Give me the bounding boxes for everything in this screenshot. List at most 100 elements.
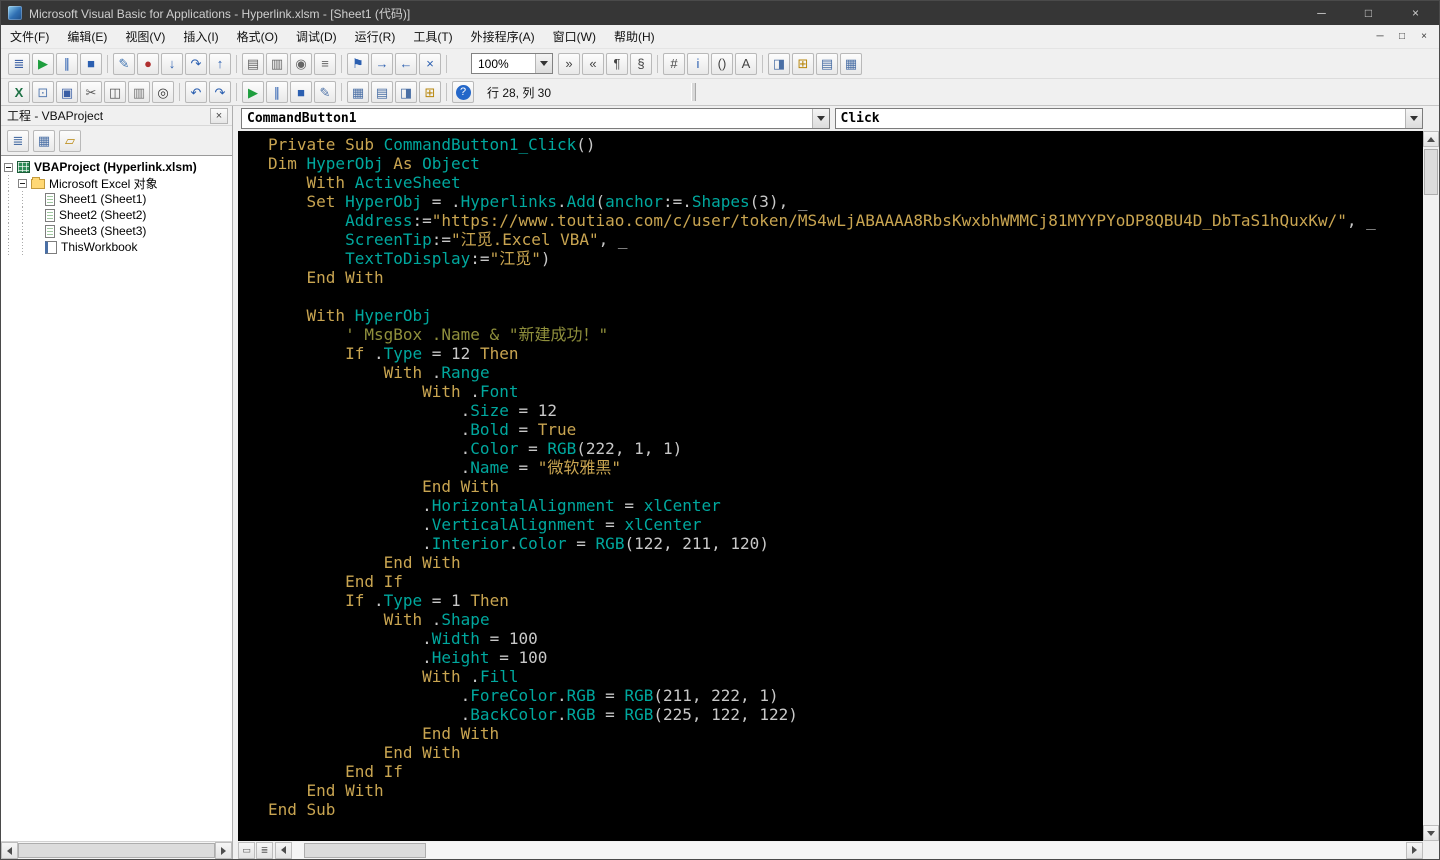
quick-info-button[interactable]: i [687, 52, 709, 75]
redo-button[interactable]: ↷ [209, 81, 231, 103]
tree-item-thisworkbook[interactable]: ThisWorkbook [3, 239, 232, 255]
reset-button[interactable]: ■ [80, 52, 102, 75]
toolbox-top-button[interactable]: ⊞ [792, 52, 814, 75]
object-browser-button[interactable]: ◨ [395, 81, 417, 103]
code-hscrollbar[interactable] [275, 841, 1423, 859]
menu-run[interactable]: 运行(R) [346, 25, 405, 48]
scrollbar-thumb[interactable] [1424, 149, 1438, 195]
child-close-button[interactable]: × [1414, 28, 1434, 45]
complete-word-button[interactable]: A [735, 52, 757, 75]
outdent-button[interactable]: « [582, 52, 604, 75]
step-into-button[interactable]: ↓ [161, 52, 183, 75]
watch-window-button[interactable]: ◉ [290, 52, 312, 75]
procedure-combobox[interactable]: Click [834, 108, 1423, 129]
scroll-left-button[interactable] [275, 841, 292, 859]
project-explorer-button[interactable]: ▦ [347, 81, 369, 103]
clear-bookmarks-button[interactable]: × [419, 52, 441, 75]
list-properties-button[interactable]: ≣ [8, 52, 30, 75]
window-minimize-button[interactable]: ─ [1298, 1, 1345, 25]
save-button[interactable]: ▣ [56, 81, 78, 103]
tree-item-sheet1[interactable]: Sheet1 (Sheet1) [3, 191, 232, 207]
scrollbar-track[interactable] [292, 841, 1406, 859]
run-button[interactable]: ▶ [242, 81, 264, 103]
parameter-info-button[interactable]: () [711, 52, 733, 75]
tree-item-excel-objects[interactable]: Microsoft Excel 对象 [3, 175, 232, 191]
toggle-bookmark-button[interactable]: ⚑ [347, 52, 369, 75]
menu-format[interactable]: 格式(O) [228, 25, 287, 48]
paste-button[interactable]: ▥ [128, 81, 150, 103]
tree-collapse-icon[interactable] [18, 178, 27, 188]
step-over-button[interactable]: ↷ [185, 52, 207, 75]
zoom-combobox[interactable]: 100% [471, 53, 553, 74]
menu-tools[interactable]: 工具(T) [404, 25, 461, 48]
scroll-down-button[interactable] [1423, 825, 1439, 841]
menu-file[interactable]: 文件(F) [1, 25, 58, 48]
toolbar-drag-grip[interactable] [691, 83, 697, 101]
design-mode-std-button[interactable]: ✎ [314, 81, 336, 103]
insert-userform-button[interactable]: ⊡ [32, 81, 54, 103]
menu-window[interactable]: 窗口(W) [544, 25, 605, 48]
cut-button[interactable]: ✂ [80, 81, 102, 103]
menu-edit[interactable]: 编辑(E) [58, 25, 116, 48]
tree-item-sheet2[interactable]: Sheet2 (Sheet2) [3, 207, 232, 223]
break-std-button[interactable]: ∥ [266, 81, 288, 103]
zoom-dropdown-icon[interactable] [535, 54, 552, 73]
menu-insert[interactable]: 插入(I) [174, 25, 227, 48]
child-minimize-button[interactable]: ─ [1370, 28, 1390, 45]
child-restore-button[interactable]: □ [1392, 28, 1412, 45]
toggle-folders-button[interactable]: ▱ [59, 129, 81, 152]
properties-window-button[interactable]: ▤ [371, 81, 393, 103]
menu-view[interactable]: 视图(V) [116, 25, 174, 48]
next-bookmark-button[interactable]: → [371, 52, 393, 75]
find-button[interactable]: ◎ [152, 81, 174, 103]
window-close-button[interactable]: × [1392, 1, 1439, 25]
list-constants-button[interactable]: # [663, 52, 685, 75]
help-button[interactable]: ? [452, 81, 474, 103]
undo-button[interactable]: ↶ [185, 81, 207, 103]
scrollbar-track[interactable] [18, 842, 215, 859]
menu-debug[interactable]: 调试(D) [287, 25, 346, 48]
full-module-view-button[interactable]: ≣ [256, 841, 273, 859]
step-out-button[interactable]: ↑ [209, 52, 231, 75]
window-maximize-button[interactable]: □ [1345, 1, 1392, 25]
locals-window-button[interactable]: ▤ [242, 52, 264, 75]
procedure-combobox-dropdown-icon[interactable] [1405, 109, 1422, 128]
project-top-button[interactable]: ▦ [840, 52, 862, 75]
reset-std-button[interactable]: ■ [290, 81, 312, 103]
run-sub-button[interactable]: ▶ [32, 52, 54, 75]
code-editor[interactable]: Private Sub CommandButton1_Click() Dim Hy… [238, 131, 1423, 841]
procedure-view-button[interactable]: ▭ [238, 841, 255, 859]
tree-collapse-icon[interactable] [4, 162, 13, 172]
object-browser-top-button[interactable]: ◨ [768, 52, 790, 75]
toggle-breakpoint-button[interactable]: ● [137, 52, 159, 75]
immediate-window-button[interactable]: ▥ [266, 52, 288, 75]
scroll-up-button[interactable] [1423, 131, 1439, 147]
code-vscrollbar[interactable] [1423, 131, 1439, 841]
tree-item-vbaproject[interactable]: VBAProject (Hyperlink.xlsm) [3, 159, 232, 175]
copy-button[interactable]: ◫ [104, 81, 126, 103]
break-button[interactable]: ∥ [56, 52, 78, 75]
previous-bookmark-button[interactable]: ← [395, 52, 417, 75]
view-excel-button[interactable]: X [8, 81, 30, 103]
view-object-button[interactable]: ▦ [33, 129, 55, 152]
properties-top-button[interactable]: ▤ [816, 52, 838, 75]
tree-item-sheet3[interactable]: Sheet3 (Sheet3) [3, 223, 232, 239]
scrollbar-thumb[interactable] [304, 842, 426, 858]
call-stack-button[interactable]: ≡ [314, 52, 336, 75]
scrollbar-thumb[interactable] [18, 843, 215, 858]
indent-button[interactable]: » [558, 52, 580, 75]
view-code-button[interactable]: ≣ [7, 129, 29, 152]
scroll-right-button[interactable] [215, 842, 232, 859]
scroll-right-button[interactable] [1406, 841, 1423, 859]
scroll-left-button[interactable] [1, 842, 18, 859]
object-combobox[interactable]: CommandButton1 [241, 108, 830, 129]
menu-addins[interactable]: 外接程序(A) [462, 25, 544, 48]
object-combobox-dropdown-icon[interactable] [811, 109, 829, 128]
menu-help[interactable]: 帮助(H) [605, 25, 664, 48]
project-panel-close-button[interactable]: × [210, 107, 228, 124]
uncomment-block-button[interactable]: § [630, 52, 652, 75]
project-panel-hscrollbar[interactable] [1, 841, 232, 859]
comment-block-button[interactable]: ¶ [606, 52, 628, 75]
design-mode-button[interactable]: ✎ [113, 52, 135, 75]
toolbox-button[interactable]: ⊞ [419, 81, 441, 103]
